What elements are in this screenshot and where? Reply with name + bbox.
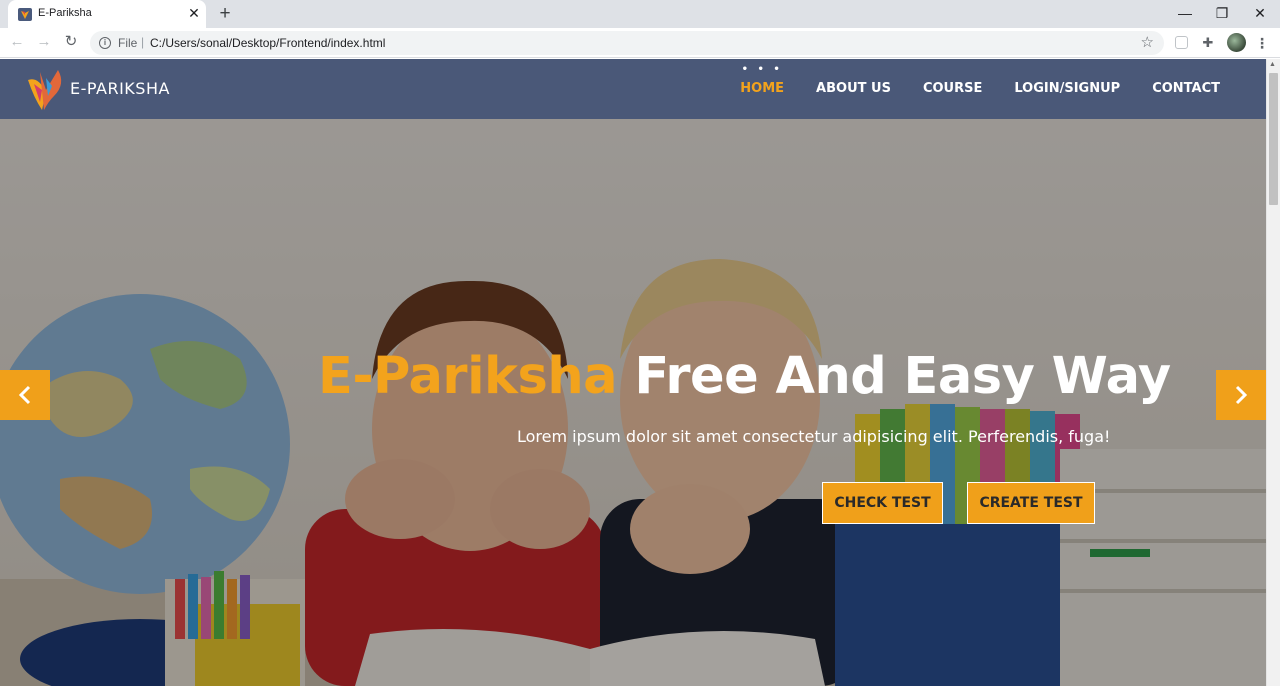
browser-toolbar: ← → ↻ i File | C:/Users/sonal/Desktop/Fr… — [0, 28, 1280, 58]
site-logo-icon[interactable] — [24, 66, 70, 112]
address-scheme: File — [118, 36, 138, 50]
menu-dots-icon[interactable]: ⋮ — [1255, 33, 1269, 53]
carousel-prev-button[interactable] — [0, 370, 50, 420]
site-logo-text[interactable]: E-PARIKSHA — [70, 79, 170, 98]
address-bar[interactable]: i File | C:/Users/sonal/Desktop/Frontend… — [90, 31, 1164, 55]
bookmark-star-icon[interactable]: ☆ — [1141, 33, 1154, 51]
hero-title: E-Pariksha Free And Easy Way — [318, 346, 1171, 408]
page-scrollbar[interactable]: ▲ — [1266, 59, 1280, 686]
tab-close-icon[interactable]: ✕ — [186, 5, 202, 21]
browser-tabstrip: E-Pariksha ✕ + — ❐ ✕ — [0, 0, 1280, 28]
main-nav: • • • HOME ABOUT US COURSE LOGIN/SIGNUP … — [724, 59, 1236, 119]
nav-link-login-signup[interactable]: LOGIN/SIGNUP — [998, 59, 1136, 119]
check-test-button[interactable]: CHECK TEST — [822, 482, 943, 524]
carousel-next-button[interactable] — [1216, 370, 1266, 420]
nav-link-home[interactable]: • • • HOME — [724, 59, 800, 119]
hero-title-brand: E-Pariksha — [318, 347, 618, 406]
hero-subtitle: Lorem ipsum dolor sit amet consectetur a… — [517, 427, 1111, 446]
scroll-up-arrow-icon[interactable]: ▲ — [1269, 61, 1276, 68]
browser-tab[interactable]: E-Pariksha ✕ — [8, 0, 206, 28]
back-arrow-icon[interactable]: ← — [7, 32, 27, 52]
address-separator: | — [141, 35, 145, 49]
create-test-button[interactable]: CREATE TEST — [967, 482, 1095, 524]
address-url[interactable]: C:/Users/sonal/Desktop/Frontend/index.ht… — [150, 36, 385, 50]
extension-icon[interactable] — [1175, 36, 1188, 49]
new-tab-button[interactable]: + — [215, 4, 235, 24]
nav-link-contact[interactable]: CONTACT — [1136, 59, 1236, 119]
site-favicon-icon — [18, 8, 32, 21]
puzzle-icon[interactable]: ✚ — [1199, 34, 1217, 52]
chevron-left-icon — [18, 385, 31, 405]
hero-section: E-PARIKSHA • • • HOME ABOUT US COURSE LO… — [0, 59, 1266, 686]
nav-link-course[interactable]: COURSE — [907, 59, 998, 119]
reload-icon[interactable]: ↻ — [61, 32, 81, 52]
close-window-button[interactable]: ✕ — [1248, 2, 1272, 24]
minimize-button[interactable]: — — [1173, 2, 1197, 24]
nav-link-label: HOME — [740, 81, 785, 96]
site-navbar: E-PARIKSHA • • • HOME ABOUT US COURSE LO… — [0, 59, 1266, 119]
active-indicator-dots: • • • — [741, 64, 783, 75]
nav-link-about-us[interactable]: ABOUT US — [800, 59, 907, 119]
hero-title-rest: Free And Easy Way — [634, 347, 1171, 406]
info-icon[interactable]: i — [99, 37, 111, 49]
tab-title: E-Pariksha — [38, 7, 92, 19]
maximize-button[interactable]: ❐ — [1210, 2, 1234, 24]
page-viewport: E-PARIKSHA • • • HOME ABOUT US COURSE LO… — [0, 59, 1280, 686]
forward-arrow-icon[interactable]: → — [34, 32, 54, 52]
scrollbar-thumb[interactable] — [1269, 73, 1278, 205]
profile-avatar[interactable] — [1227, 33, 1246, 52]
chevron-right-icon — [1235, 385, 1248, 405]
